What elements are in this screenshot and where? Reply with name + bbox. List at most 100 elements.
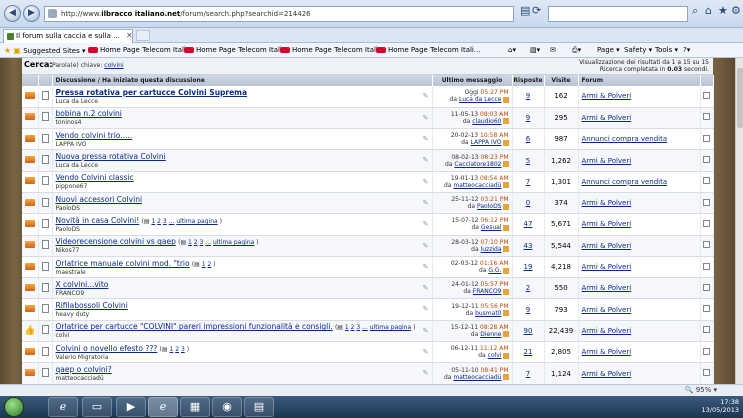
forward-button[interactable]: ▶ [23,5,40,22]
thread-starter[interactable]: PaoloDS [56,205,432,212]
compat-icon[interactable]: ▤ [520,4,530,17]
last-poster-link[interactable]: Dienne [480,331,501,338]
forum-link[interactable]: Armi & Polveri [582,263,632,271]
replies-link[interactable]: 90 [524,327,533,335]
suggested-sites-link[interactable]: ★ ▣ Suggested Sites ▾ [4,45,85,56]
replies-link[interactable]: 9 [526,114,530,122]
page-link[interactable]: ultima pagina [370,324,411,331]
select-checkbox[interactable] [703,134,710,142]
thread-starter[interactable]: Nikos77 [56,247,432,254]
forum-link[interactable]: Armi & Polveri [582,348,632,356]
forum-link[interactable]: Annunci compra vendita [582,178,668,186]
replies-link[interactable]: 19 [524,263,533,271]
page-link[interactable]: 2 [351,324,355,331]
thread-starter[interactable]: toninos4 [56,119,432,126]
page-link[interactable]: 1 [151,218,155,225]
ie-pinned-icon[interactable]: ℯ [48,397,78,417]
forum-link[interactable]: Armi & Polveri [582,284,632,292]
thread-starter[interactable]: maestrale [56,269,432,276]
home-cmd-icon[interactable]: ⌂▾ [508,45,516,56]
forum-link[interactable]: Annunci compra vendita [582,135,668,143]
go-to-last-post-icon[interactable] [502,118,509,125]
ie-active-icon[interactable]: ℯ [148,397,178,417]
go-to-last-post-icon[interactable] [502,352,509,359]
forum-link[interactable]: Armi & Polveri [582,199,632,207]
forum-link[interactable]: Armi & Polveri [582,114,632,122]
forum-link[interactable]: Armi & Polveri [582,306,632,314]
select-checkbox[interactable] [703,283,710,291]
thread-title-link[interactable]: Colvini o novello efesto ??? [56,344,158,353]
forum-link[interactable]: Armi & Polveri [582,92,632,100]
go-to-last-post-icon[interactable] [502,288,509,295]
thread-title-link[interactable]: Pressa rotativa per cartucce Colvini Sup… [56,88,248,97]
go-to-last-post-icon[interactable] [502,267,509,274]
select-checkbox[interactable] [703,369,710,376]
page-link[interactable]: 3 [356,324,360,331]
last-poster-link[interactable]: colvi [488,352,502,359]
page-link[interactable]: 3 [163,218,167,225]
thread-title-link[interactable]: Novità in casa Colvini! [56,216,140,225]
page-link[interactable]: ... [169,218,175,225]
thread-starter[interactable]: Luca da Lecce [56,162,432,169]
last-poster-link[interactable]: Cacciatore1802 [454,161,501,168]
thread-title-link[interactable]: bobina n.2 colvini [56,109,122,118]
last-poster-link[interactable]: claudio60 [472,118,501,125]
last-poster-link[interactable]: FRANCO9 [473,288,502,295]
replies-link[interactable]: 43 [524,242,533,250]
thread-title-link[interactable]: Orlatrice manuale colvini mod. "trio [56,259,190,268]
thread-title-link[interactable]: Orlatrice per cartucce "COLVINI" pareri … [56,322,333,331]
go-to-last-post-icon[interactable] [502,224,509,231]
replies-link[interactable]: 0 [526,199,530,207]
app-icon[interactable]: ▦ [180,397,210,417]
select-checkbox[interactable] [703,91,710,99]
page-link[interactable]: 1 [345,324,349,331]
thread-starter[interactable]: FRANCO9 [56,290,432,297]
go-to-last-post-icon[interactable] [502,139,509,146]
thread-starter[interactable]: colvi [56,332,432,339]
replies-link[interactable]: 6 [526,135,530,143]
thread-title-link[interactable]: X colvini...vito [56,280,109,289]
go-to-last-post-icon[interactable] [502,203,509,210]
replies-link[interactable]: 9 [526,92,530,100]
document-app-icon[interactable]: ▤ [244,397,274,417]
thread-starter[interactable]: heavy duty [56,311,432,318]
page-link[interactable]: 1 [202,261,206,268]
media-player-icon[interactable]: ▶ [116,397,146,417]
page-link[interactable]: ... [362,324,368,331]
thread-starter[interactable]: LAPPA IVO [56,141,432,148]
select-checkbox[interactable] [703,113,710,121]
go-to-last-post-icon[interactable] [502,310,509,317]
select-checkbox[interactable] [703,262,710,270]
last-poster-link[interactable]: PaoloDS [477,203,501,210]
feeds-icon[interactable]: ▧▾ [530,45,540,56]
home-icon[interactable]: ⌂ [705,4,712,17]
thread-starter[interactable]: matteocacciadü [56,375,432,382]
forum-link[interactable]: Armi & Polveri [582,327,632,335]
replies-link[interactable]: 7 [526,370,530,378]
last-poster-link[interactable]: Luca da Lecce [459,96,502,103]
forum-column-header[interactable]: Forum [578,75,701,86]
explorer-icon[interactable]: ▭ [82,397,112,417]
select-checkbox[interactable] [703,198,710,206]
thread-starter[interactable]: pippone67 [56,183,432,190]
help-icon[interactable]: ?▾ [683,45,690,56]
page-link[interactable]: 2 [208,261,212,268]
thread-title-link[interactable]: Videorecensione colvini vs qaep [56,237,176,246]
topic-column-header[interactable]: Discussione / Ha iniziato questa discuss… [52,75,433,86]
new-tab-button[interactable] [136,30,150,41]
zoom-level[interactable]: 🔍 95% ▾ [685,386,717,394]
go-to-last-post-icon[interactable] [502,331,509,338]
last-poster-link[interactable]: LAPPA IVO [471,139,502,146]
replies-link[interactable]: 21 [524,348,533,356]
mail-icon[interactable]: ✉ [550,45,556,56]
page-link[interactable]: 3 [200,239,204,246]
views-column-header[interactable]: Visite [544,75,579,86]
page-link[interactable]: ultima pagina [176,218,217,225]
last-poster-link[interactable]: Gesual [481,224,502,231]
page-link[interactable]: 2 [157,218,161,225]
go-to-last-post-icon[interactable] [502,246,509,253]
select-checkbox[interactable] [703,177,710,185]
last-poster-link[interactable]: busmat0 [475,310,501,317]
forum-link[interactable]: Armi & Polveri [582,242,632,250]
refresh-icon[interactable]: ⟳ [532,4,541,17]
